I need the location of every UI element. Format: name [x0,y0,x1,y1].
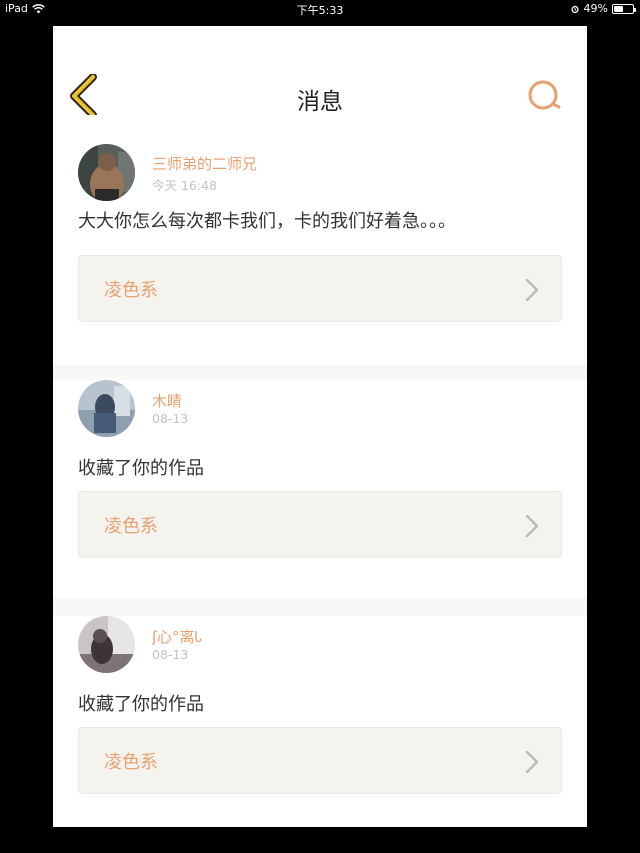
user-name[interactable]: 三师弟的二师兄 [152,153,257,174]
message-text: 收藏了你的作品 [78,694,204,715]
alarm-icon [570,5,579,13]
message-time: 08-13 [152,647,189,662]
work-title: 凌色系 [104,516,158,537]
work-link[interactable]: 凌色系 [78,491,562,558]
chevron-right-icon [525,514,539,538]
user-name[interactable]: 木睛 [152,390,182,411]
app-window: 消息 三师弟的二师兄 今天 16:48 大大你怎么每次都卡我们，卡的我们好着急。… [53,26,587,827]
message-card: 三师弟的二师兄 今天 16:48 大大你怎么每次都卡我们，卡的我们好着急。。。 … [53,115,587,365]
work-title: 凌色系 [104,280,158,301]
message-text: 大大你怎么每次都卡我们，卡的我们好着急。。。 [78,211,456,232]
avatar[interactable] [78,380,135,437]
search-button[interactable] [527,78,563,114]
battery-percent: 49% [583,2,608,15]
message-text: 收藏了你的作品 [78,458,204,479]
user-name[interactable]: ʃ心°离Ꮣ [152,626,202,647]
work-link[interactable]: 凌色系 [78,727,562,794]
search-icon [528,80,561,110]
message-time: 今天 16:48 [152,178,217,193]
chevron-right-icon [525,750,539,774]
message-card: 木睛 08-13 收藏了你的作品 凌色系 [53,380,587,598]
page-title: 消息 [297,89,343,115]
avatar[interactable] [78,616,135,673]
avatar[interactable] [78,144,135,201]
battery-icon [612,3,636,14]
message-time: 08-13 [152,411,189,426]
status-time: 下午5:33 [296,4,344,17]
chevron-right-icon [525,278,539,302]
message-card: ʃ心°离Ꮣ 08-13 收藏了你的作品 凌色系 [53,616,587,827]
work-title: 凌色系 [104,752,158,773]
work-link[interactable]: 凌色系 [78,255,562,322]
status-bar: iPad 下午5:33 49% [0,0,640,18]
